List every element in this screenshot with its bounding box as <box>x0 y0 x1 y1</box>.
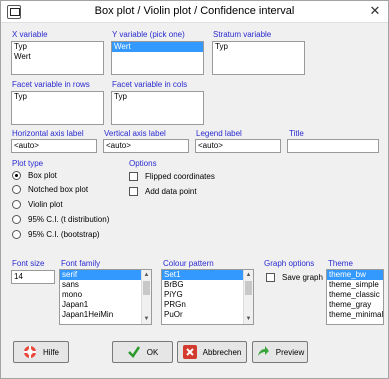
cancel-button[interactable]: Abbrechen <box>177 341 247 363</box>
colour-pattern-list[interactable]: Set1 BrBG PiYG PRGn PuOr ▲ ▼ <box>161 269 254 325</box>
stratum-variable-label: Stratum variable <box>213 30 272 39</box>
list-item[interactable]: PRGn <box>162 300 253 310</box>
title-label: Title <box>289 129 304 138</box>
radio-ci-t[interactable] <box>12 215 21 224</box>
ok-button-label: OK <box>146 347 159 357</box>
theme-list[interactable]: theme_bw theme_simple theme_classic them… <box>326 269 384 325</box>
radio-label: Violin plot <box>28 200 63 209</box>
help-button-label: Hilfe <box>42 347 59 357</box>
scroll-up-icon[interactable]: ▲ <box>244 270 253 280</box>
list-item[interactable]: PuOr <box>162 310 253 320</box>
list-item[interactable]: serif <box>60 270 151 280</box>
theme-label: Theme <box>328 259 353 268</box>
facet-cols-label: Facet variable in cols <box>112 80 188 89</box>
radio-ci-bootstrap[interactable] <box>12 230 21 239</box>
dialog-window: Box plot / Violin plot / Confidence inte… <box>0 0 389 379</box>
colour-pattern-label: Colour pattern <box>163 259 214 268</box>
stratum-variable-list[interactable]: Typ <box>212 41 305 75</box>
scroll-thumb[interactable] <box>245 281 252 295</box>
list-item[interactable]: theme_simple <box>327 280 383 290</box>
facet-rows-list[interactable]: Typ <box>11 91 104 125</box>
preview-button[interactable]: Preview <box>252 341 308 363</box>
plot-type-label: Plot type <box>12 159 44 168</box>
scroll-down-icon[interactable]: ▼ <box>142 314 151 324</box>
cancel-button-label: Abbrechen <box>202 347 242 357</box>
list-item[interactable]: Wert <box>112 42 203 52</box>
radio-label: Notched box plot <box>28 185 89 194</box>
window-title: Box plot / Violin plot / Confidence inte… <box>94 5 295 17</box>
facet-rows-label: Facet variable in rows <box>12 80 90 89</box>
list-item[interactable]: Typ <box>12 92 103 102</box>
list-item[interactable]: BrBG <box>162 280 253 290</box>
list-item[interactable]: sans <box>60 280 151 290</box>
title-input[interactable] <box>287 139 379 153</box>
legend-input[interactable]: <auto> <box>195 139 281 153</box>
graph-options-label: Graph options <box>264 259 315 268</box>
vertical-axis-input[interactable]: <auto> <box>103 139 189 153</box>
ok-button[interactable]: OK <box>112 341 173 363</box>
list-item[interactable]: mono <box>60 290 151 300</box>
radio-label: 95% C.I. (t distribution) <box>28 215 110 224</box>
options-label: Options <box>129 159 157 168</box>
radio-label: 95% C.I. (bootstrap) <box>28 230 100 239</box>
list-item[interactable]: theme_minimal <box>327 310 383 320</box>
checkbox-label: Save graph <box>282 273 323 282</box>
close-icon[interactable]: ✕ <box>368 4 382 18</box>
list-item[interactable]: Japan1 <box>60 300 151 310</box>
list-item[interactable]: Typ <box>12 42 103 52</box>
radio-label: Box plot <box>28 171 57 180</box>
preview-button-label: Preview <box>275 347 305 357</box>
font-size-input[interactable]: 14 <box>11 270 55 284</box>
scrollbar[interactable]: ▲ ▼ <box>243 270 253 324</box>
list-item[interactable]: PiYG <box>162 290 253 300</box>
checkbox-label: Flipped coordinates <box>145 172 215 181</box>
scrollbar[interactable]: ▲ ▼ <box>141 270 151 324</box>
font-family-label: Font family <box>61 259 101 268</box>
radio-box-plot[interactable] <box>12 171 21 180</box>
checkbox-label: Add data point <box>145 187 197 196</box>
y-variable-label: Y variable (pick one) <box>112 30 185 39</box>
list-item[interactable]: theme_classic <box>327 290 383 300</box>
horizontal-axis-label: Horizontal axis label <box>12 129 84 138</box>
legend-label: Legend label <box>196 129 242 138</box>
flipped-coordinates-checkbox[interactable] <box>129 172 138 181</box>
font-size-label: Font size <box>12 259 45 268</box>
lifebuoy-icon <box>23 345 37 359</box>
radio-notched-box-plot[interactable] <box>12 185 21 194</box>
list-item[interactable]: Japan1HeiMin <box>60 310 151 320</box>
facet-cols-list[interactable]: Typ <box>111 91 204 125</box>
radio-violin-plot[interactable] <box>12 200 21 209</box>
scroll-down-icon[interactable]: ▼ <box>244 314 253 324</box>
cancel-x-icon <box>182 345 197 359</box>
list-item[interactable]: theme_gray <box>327 300 383 310</box>
list-item[interactable]: Wert <box>12 52 103 62</box>
font-family-list[interactable]: serif sans mono Japan1 Japan1HeiMin ▲ ▼ <box>59 269 152 325</box>
arrow-right-icon <box>256 345 270 359</box>
x-variable-label: X variable <box>12 30 48 39</box>
list-item[interactable]: Typ <box>112 92 203 102</box>
title-bar[interactable]: Box plot / Violin plot / Confidence inte… <box>1 1 388 23</box>
list-item[interactable]: Typ <box>213 42 304 52</box>
vertical-axis-label: Vertical axis label <box>104 129 166 138</box>
list-item[interactable]: theme_bw <box>327 270 383 280</box>
help-button[interactable]: Hilfe <box>13 341 69 363</box>
add-data-point-checkbox[interactable] <box>129 187 138 196</box>
scroll-thumb[interactable] <box>143 281 150 295</box>
checkmark-icon <box>127 345 141 359</box>
scroll-up-icon[interactable]: ▲ <box>142 270 151 280</box>
x-variable-list[interactable]: Typ Wert <box>11 41 104 75</box>
y-variable-list[interactable]: Wert <box>111 41 204 75</box>
horizontal-axis-input[interactable]: <auto> <box>11 139 97 153</box>
list-item[interactable]: Set1 <box>162 270 253 280</box>
save-graph-checkbox[interactable] <box>266 273 275 282</box>
